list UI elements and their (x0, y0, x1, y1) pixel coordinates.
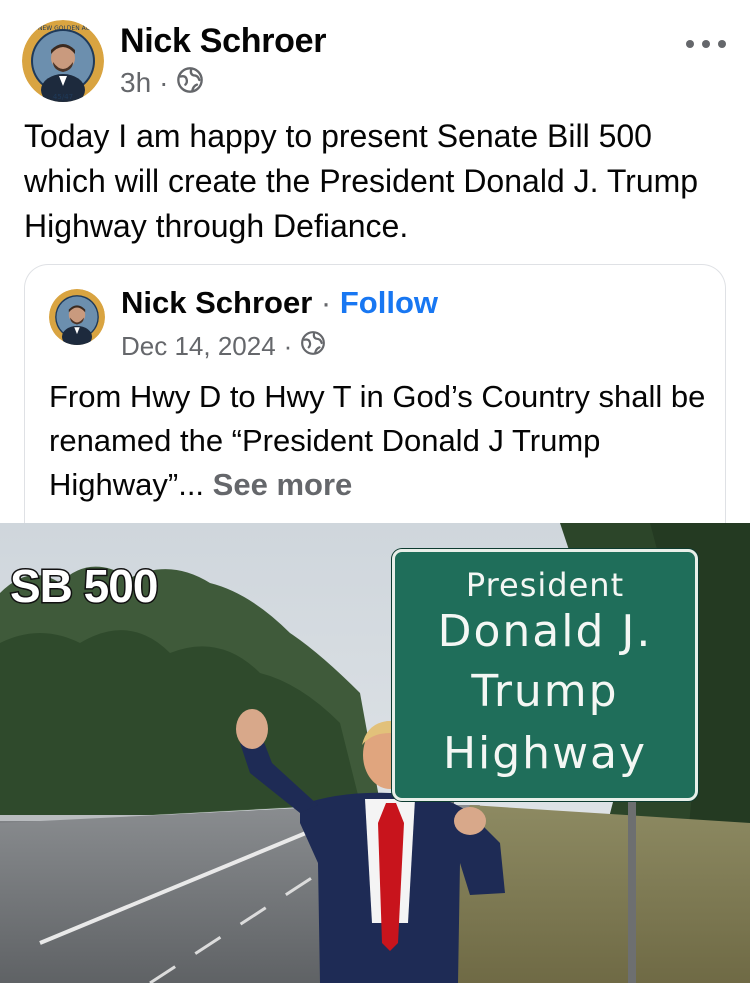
globe-icon (176, 66, 204, 101)
post-meta: 3h · (120, 66, 204, 100)
shared-post-text: From Hwy D to Hwy T in God’s Country sha… (49, 375, 709, 507)
globe-icon (300, 330, 326, 363)
svg-text:A NEW GOLDEN AGE: A NEW GOLDEN AGE (32, 25, 94, 32)
follow-button[interactable]: Follow (340, 285, 438, 320)
sign-line-4: Highway (442, 728, 648, 779)
shared-author-avatar[interactable] (49, 289, 105, 345)
post-header: A NEW GOLDEN AGE 45/47 Nick Schroer 3h · (0, 0, 750, 110)
post-photo[interactable]: SB 500 President Donald J. Trump Highway (0, 523, 750, 983)
author-name[interactable]: Nick Schroer (120, 22, 326, 61)
post-time[interactable]: 3h (120, 67, 151, 99)
shared-post-card[interactable]: Nick Schroer · Follow Dec 14, 2024 · Fro… (24, 264, 726, 545)
shared-meta: Dec 14, 2024 · (121, 329, 326, 363)
shared-separator: · (320, 285, 332, 320)
shared-date[interactable]: Dec 14, 2024 (121, 331, 276, 362)
bill-overlay-label: SB 500 (8, 559, 159, 614)
svg-text:45/47: 45/47 (53, 93, 73, 101)
sign-line-2: Donald J. (437, 606, 653, 657)
meta-separator: · (159, 67, 169, 98)
shared-meta-separator: · (283, 330, 293, 361)
see-more-link[interactable]: See more (213, 467, 353, 502)
highway-sign: President Donald J. Trump Highway (392, 549, 698, 801)
shared-author-row: Nick Schroer · Follow (121, 285, 438, 321)
sign-line-3: Trump (471, 666, 619, 717)
more-options-icon[interactable] (686, 36, 726, 52)
sign-line-1: President (465, 566, 625, 604)
author-avatar[interactable]: A NEW GOLDEN AGE 45/47 (22, 20, 104, 102)
shared-body: From Hwy D to Hwy T in God’s Country sha… (49, 379, 706, 502)
post-text: Today I am happy to present Senate Bill … (24, 118, 699, 244)
shared-author-name[interactable]: Nick Schroer (121, 285, 312, 320)
